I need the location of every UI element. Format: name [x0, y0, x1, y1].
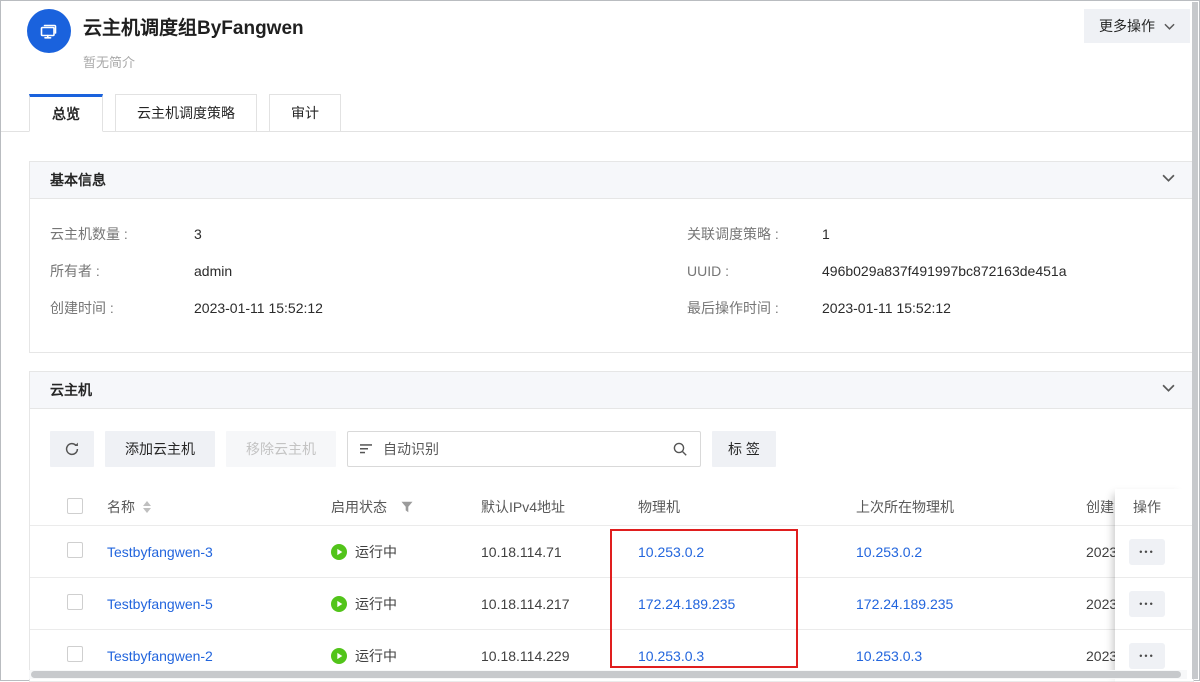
- ipv4-value: 10.18.114.217: [481, 596, 638, 612]
- host-link[interactable]: 10.253.0.2: [638, 544, 704, 560]
- field-value: 2023-01-11 15:52:12: [194, 300, 323, 316]
- horizontal-scrollbar-thumb[interactable]: [31, 671, 1181, 678]
- refresh-icon: [64, 441, 80, 457]
- search-icon[interactable]: [672, 441, 688, 457]
- tab-scheduling-policy-label: 云主机调度策略: [137, 103, 235, 123]
- table-row: Testbyfangwen-5 运行中 10.18.114.217 172.24…: [30, 578, 1193, 630]
- field-uuid: UUID : 496b029a837f491997bc872163de451a: [687, 252, 1193, 289]
- col-actions-label: 操作: [1115, 489, 1190, 526]
- basic-info-title: 基本信息: [50, 170, 106, 190]
- tab-overview-label: 总览: [52, 104, 80, 124]
- tag-label: 标 签: [728, 439, 760, 459]
- vm-toolbar: 添加云主机 移除云主机 标 签: [30, 409, 1193, 467]
- more-actions-label: 更多操作: [1099, 16, 1155, 36]
- horizontal-scrollbar-track: [29, 670, 1187, 679]
- vm-list-title: 云主机: [50, 380, 92, 400]
- page-title: 云主机调度组ByFangwen: [83, 13, 304, 40]
- row-more-actions-button[interactable]: •••: [1129, 591, 1165, 617]
- page-subtitle: 暂无简介: [83, 52, 135, 71]
- vertical-scrollbar[interactable]: [1192, 2, 1198, 679]
- row-checkbox[interactable]: [67, 646, 83, 662]
- ipv4-value: 10.18.114.229: [481, 648, 638, 664]
- basic-info-body: 云主机数量 : 3 所有者 : admin 创建时间 : 2023-01-11 …: [30, 199, 1193, 352]
- basic-info-header: 基本信息: [30, 162, 1193, 199]
- row-checkbox[interactable]: [67, 594, 83, 610]
- host-link[interactable]: 10.253.0.3: [638, 648, 704, 664]
- vm-name-link[interactable]: Testbyfangwen-2: [107, 648, 213, 664]
- field-label: 云主机数量 :: [50, 224, 194, 244]
- vm-group-icon: [27, 9, 71, 53]
- select-all-checkbox[interactable]: [67, 498, 83, 514]
- col-name-label: 名称: [107, 497, 135, 517]
- row-checkbox[interactable]: [67, 542, 83, 558]
- field-value: 496b029a837f491997bc872163de451a: [822, 263, 1066, 279]
- add-vm-button[interactable]: 添加云主机: [105, 431, 215, 467]
- last-host-link[interactable]: 10.253.0.2: [856, 544, 922, 560]
- field-value: admin: [194, 263, 232, 279]
- vm-list-card: 云主机 添加云主机 移除云主机: [29, 371, 1194, 682]
- tab-bar: 总览 云主机调度策略 审计: [1, 94, 1194, 132]
- col-host-label: 物理机: [638, 497, 856, 517]
- last-host-link[interactable]: 10.253.0.3: [856, 648, 922, 664]
- running-status-icon: [331, 544, 347, 560]
- running-status-icon: [331, 648, 347, 664]
- tab-audit-label: 审计: [291, 103, 319, 123]
- chevron-down-icon: [1164, 23, 1175, 30]
- filter-funnel-icon[interactable]: [401, 501, 413, 513]
- field-label: 创建时间 :: [50, 298, 194, 318]
- add-vm-label: 添加云主机: [125, 439, 195, 459]
- actions-sticky-column: 操作 ••• ••• •••: [1115, 489, 1190, 682]
- col-status-label: 启用状态: [331, 497, 387, 517]
- field-owner: 所有者 : admin: [50, 252, 650, 289]
- field-policy-count: 关联调度策略 : 1: [687, 215, 1193, 252]
- col-ipv4-label: 默认IPv4地址: [481, 497, 638, 517]
- tab-scheduling-policy[interactable]: 云主机调度策略: [115, 94, 257, 132]
- filter-lines-icon[interactable]: [360, 443, 373, 455]
- vm-table: 名称 启用状态 默认IPv4地址 物理机 上次所在物理机 创建日期 Testby…: [30, 489, 1193, 682]
- field-create-time: 创建时间 : 2023-01-11 15:52:12: [50, 289, 650, 326]
- more-actions-button[interactable]: 更多操作: [1084, 9, 1190, 43]
- ipv4-value: 10.18.114.71: [481, 544, 638, 560]
- field-value: 3: [194, 226, 202, 242]
- field-label: 最后操作时间 :: [687, 298, 822, 318]
- field-label: 关联调度策略 :: [687, 224, 822, 244]
- running-status-icon: [331, 596, 347, 612]
- row-more-actions-button[interactable]: •••: [1129, 539, 1165, 565]
- field-label: UUID :: [687, 263, 822, 279]
- col-lasthost-label: 上次所在物理机: [856, 497, 1086, 517]
- field-value: 2023-01-11 15:52:12: [822, 300, 951, 316]
- table-header-row: 名称 启用状态 默认IPv4地址 物理机 上次所在物理机 创建日期: [30, 489, 1193, 526]
- host-link[interactable]: 172.24.189.235: [638, 596, 735, 612]
- vm-name-link[interactable]: Testbyfangwen-3: [107, 544, 213, 560]
- field-vm-count: 云主机数量 : 3: [50, 215, 650, 252]
- tag-button[interactable]: 标 签: [712, 431, 776, 467]
- table-row: Testbyfangwen-3 运行中 10.18.114.71 10.253.…: [30, 526, 1193, 578]
- remove-vm-label: 移除云主机: [246, 439, 316, 459]
- collapse-chevron-icon[interactable]: [1162, 384, 1175, 392]
- collapse-chevron-icon[interactable]: [1162, 174, 1175, 182]
- basic-info-card: 基本信息 云主机数量 : 3 所有者 : admin 创建时间 : 2023-0…: [29, 161, 1194, 353]
- status-label: 运行中: [355, 594, 397, 614]
- field-label: 所有者 :: [50, 261, 194, 281]
- refresh-button[interactable]: [50, 431, 94, 467]
- status-label: 运行中: [355, 646, 397, 666]
- last-host-link[interactable]: 172.24.189.235: [856, 596, 953, 612]
- row-more-actions-button[interactable]: •••: [1129, 643, 1165, 669]
- search-box: [347, 431, 701, 467]
- vm-list-header: 云主机: [30, 372, 1193, 409]
- search-input[interactable]: [383, 441, 662, 457]
- field-last-op-time: 最后操作时间 : 2023-01-11 15:52:12: [687, 289, 1193, 326]
- vm-name-link[interactable]: Testbyfangwen-5: [107, 596, 213, 612]
- tab-overview[interactable]: 总览: [29, 94, 103, 132]
- tab-audit[interactable]: 审计: [269, 94, 341, 132]
- status-label: 运行中: [355, 542, 397, 562]
- sort-icon[interactable]: [143, 501, 151, 513]
- remove-vm-button[interactable]: 移除云主机: [226, 431, 336, 467]
- field-value: 1: [822, 226, 830, 242]
